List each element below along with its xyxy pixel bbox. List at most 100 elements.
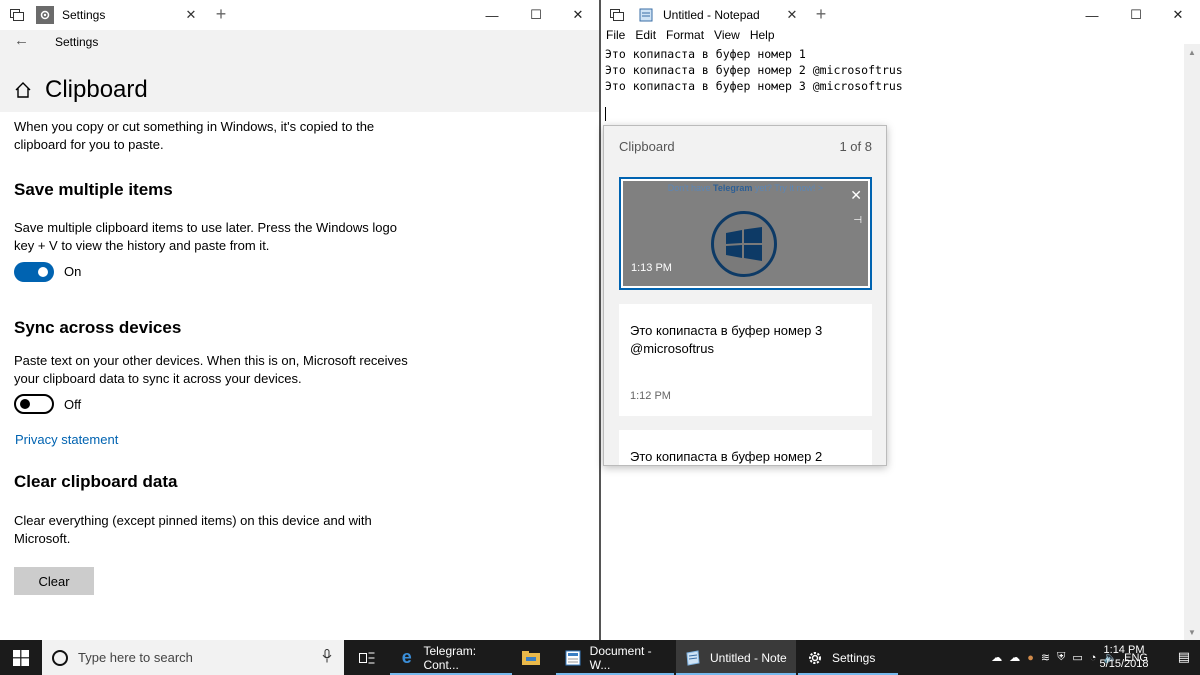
sync-toggle-label: Off [64, 397, 82, 412]
home-icon [14, 81, 32, 103]
maximize-button[interactable]: ☐ [1113, 0, 1159, 30]
clipboard-item-time: 1:12 PM [630, 390, 671, 402]
text-caret [605, 107, 606, 121]
scroll-up-icon[interactable]: ▲ [1184, 44, 1200, 60]
task-view-button[interactable] [350, 640, 386, 675]
cortana-icon [52, 649, 68, 666]
start-button[interactable] [0, 640, 42, 675]
taskbar-item-label: Document - W... [589, 643, 652, 672]
sync-toggle[interactable] [14, 394, 54, 414]
save-multiple-toggle-label: On [64, 264, 82, 279]
back-arrow-icon[interactable]: ← [14, 32, 29, 49]
menu-file[interactable]: File [601, 28, 630, 44]
close-button[interactable]: ✕ [1155, 0, 1200, 30]
clipboard-item-text[interactable]: Это копипаста в буфер номер 2 [619, 430, 872, 465]
header-settings-label: Settings [55, 35, 99, 49]
onedrive-icon[interactable]: ☁ [991, 651, 1002, 664]
menu-edit[interactable]: Edit [630, 28, 661, 44]
notepad-menubar: File Edit Format View Help [601, 28, 780, 44]
clipboard-image-thumbnail: Don't have Telegram yet? Try it now! > ✕… [623, 181, 868, 286]
microphone-icon[interactable] [322, 649, 332, 666]
tab-settings[interactable]: Settings [62, 4, 105, 26]
new-tab-icon[interactable]: + [212, 4, 230, 24]
clipboard-item-text[interactable]: Это копипаста в буфер номер 3 @microsoft… [619, 304, 872, 416]
scroll-down-icon[interactable]: ▼ [1184, 624, 1200, 640]
new-tab-icon[interactable]: + [812, 4, 830, 24]
close-tab-icon[interactable]: ✕ [182, 6, 200, 24]
search-placeholder: Type here to search [78, 650, 193, 665]
clipboard-item-time: 1:13 PM [631, 262, 672, 274]
taskbar-clock[interactable]: 1:14 PM 5/15/2018 [1094, 643, 1154, 671]
task-view-icon[interactable] [608, 6, 626, 24]
clear-button[interactable]: Clear [14, 567, 94, 595]
banner-text: yet? Try it now! > [752, 183, 824, 193]
minimize-button[interactable]: — [1069, 0, 1115, 30]
task-view-icon[interactable] [8, 6, 26, 24]
clipboard-history-popup: Clipboard 1 of 8 Don't have Telegram yet… [603, 125, 887, 466]
settings-window: Settings ✕ + — ☐ ✕ ← Settings Clipboard … [0, 0, 599, 640]
onedrive-sync-icon[interactable]: ☁ [1009, 651, 1020, 664]
pin-icon[interactable]: ⊣ [853, 215, 862, 226]
clipboard-popup-title: Clipboard [619, 139, 675, 154]
sync-heading: Sync across devices [14, 318, 182, 337]
notepad-icon [684, 649, 702, 667]
taskbar-item-label: Telegram: Cont... [423, 643, 477, 672]
taskbar-search-box[interactable]: Type here to search [42, 640, 344, 675]
privacy-statement-link[interactable]: Privacy statement [15, 432, 118, 447]
minimize-button[interactable]: — [469, 0, 515, 30]
save-multiple-heading: Save multiple items [14, 180, 173, 199]
close-button[interactable]: ✕ [555, 0, 599, 30]
gear-icon [36, 6, 54, 24]
taskbar-item-label: Settings [832, 650, 876, 665]
taskbar-item-label: Untitled - Note [710, 650, 787, 665]
menu-help[interactable]: Help [745, 28, 780, 44]
wordpad-icon [564, 649, 582, 667]
settings-titlebar: Settings ✕ + — ☐ ✕ [0, 0, 599, 30]
telegram-banner: Don't have Telegram yet? Try it now! > [623, 183, 868, 193]
clear-description: Clear everything (except pinned items) o… [14, 513, 372, 546]
docker-icon[interactable]: ≋ [1041, 651, 1050, 664]
toggle-knob [38, 267, 48, 277]
notepad-editor[interactable]: Это копипаста в буфер номер 1 Это копипас… [605, 46, 903, 94]
notepad-icon [637, 6, 655, 24]
clipboard-item-content: Это копипаста в буфер номер 3 @microsoft… [630, 323, 823, 356]
taskbar-item-notepad[interactable]: Untitled - Note [676, 640, 796, 675]
save-multiple-toggle[interactable] [14, 262, 54, 282]
intro-text: When you copy or cut something in Window… [14, 119, 375, 152]
clipboard-item-image[interactable]: Don't have Telegram yet? Try it now! > ✕… [619, 177, 872, 290]
file-explorer-icon [522, 649, 540, 667]
taskbar: Type here to search e Telegram: Cont... … [0, 640, 1200, 675]
tab-notepad-label: Untitled - Notepad [663, 8, 760, 22]
taskbar-item-wordpad[interactable]: Document - W... [556, 640, 674, 675]
windows-start-icon [13, 649, 29, 666]
page-title: Clipboard [45, 76, 148, 103]
tab-settings-label: Settings [62, 8, 106, 22]
clear-heading: Clear clipboard data [14, 472, 178, 491]
notepad-vertical-scrollbar[interactable]: ▲ ▼ [1184, 44, 1200, 640]
banner-text: Don't have [667, 183, 714, 193]
toggle-knob [20, 399, 30, 409]
banner-bold-text: Telegram [713, 183, 753, 193]
battery-icon[interactable]: ▭ [1072, 651, 1082, 664]
maximize-button[interactable]: ☐ [513, 0, 559, 30]
taskbar-item-telegram[interactable]: e Telegram: Cont... [390, 640, 512, 675]
clock-time: 1:14 PM [1103, 644, 1145, 656]
tab-notepad[interactable]: Untitled - Notepad [663, 4, 760, 26]
windows-logo-icon [711, 211, 777, 277]
task-view-icon [358, 649, 376, 667]
clipboard-item-content: Это копипаста в буфер номер 2 [630, 449, 823, 464]
app-tray-icon[interactable]: ● [1027, 652, 1034, 664]
edge-icon: e [401, 647, 412, 667]
action-center-icon[interactable]: ▤ [1178, 649, 1190, 665]
editor-line: Это копипаста в буфер номер 1 [605, 47, 806, 61]
menu-view[interactable]: View [709, 28, 745, 44]
close-tab-icon[interactable]: ✕ [783, 6, 801, 24]
taskbar-item-file-explorer[interactable] [514, 640, 554, 675]
taskbar-item-settings[interactable]: Settings [798, 640, 898, 675]
notepad-titlebar: Untitled - Notepad ✕ + — ☐ ✕ [601, 0, 1200, 30]
menu-format[interactable]: Format [661, 28, 709, 44]
gear-icon [806, 649, 824, 667]
close-icon[interactable]: ✕ [850, 187, 862, 204]
security-icon[interactable]: ⛨ [1057, 651, 1065, 664]
clipboard-item-count: 1 of 8 [839, 139, 872, 154]
